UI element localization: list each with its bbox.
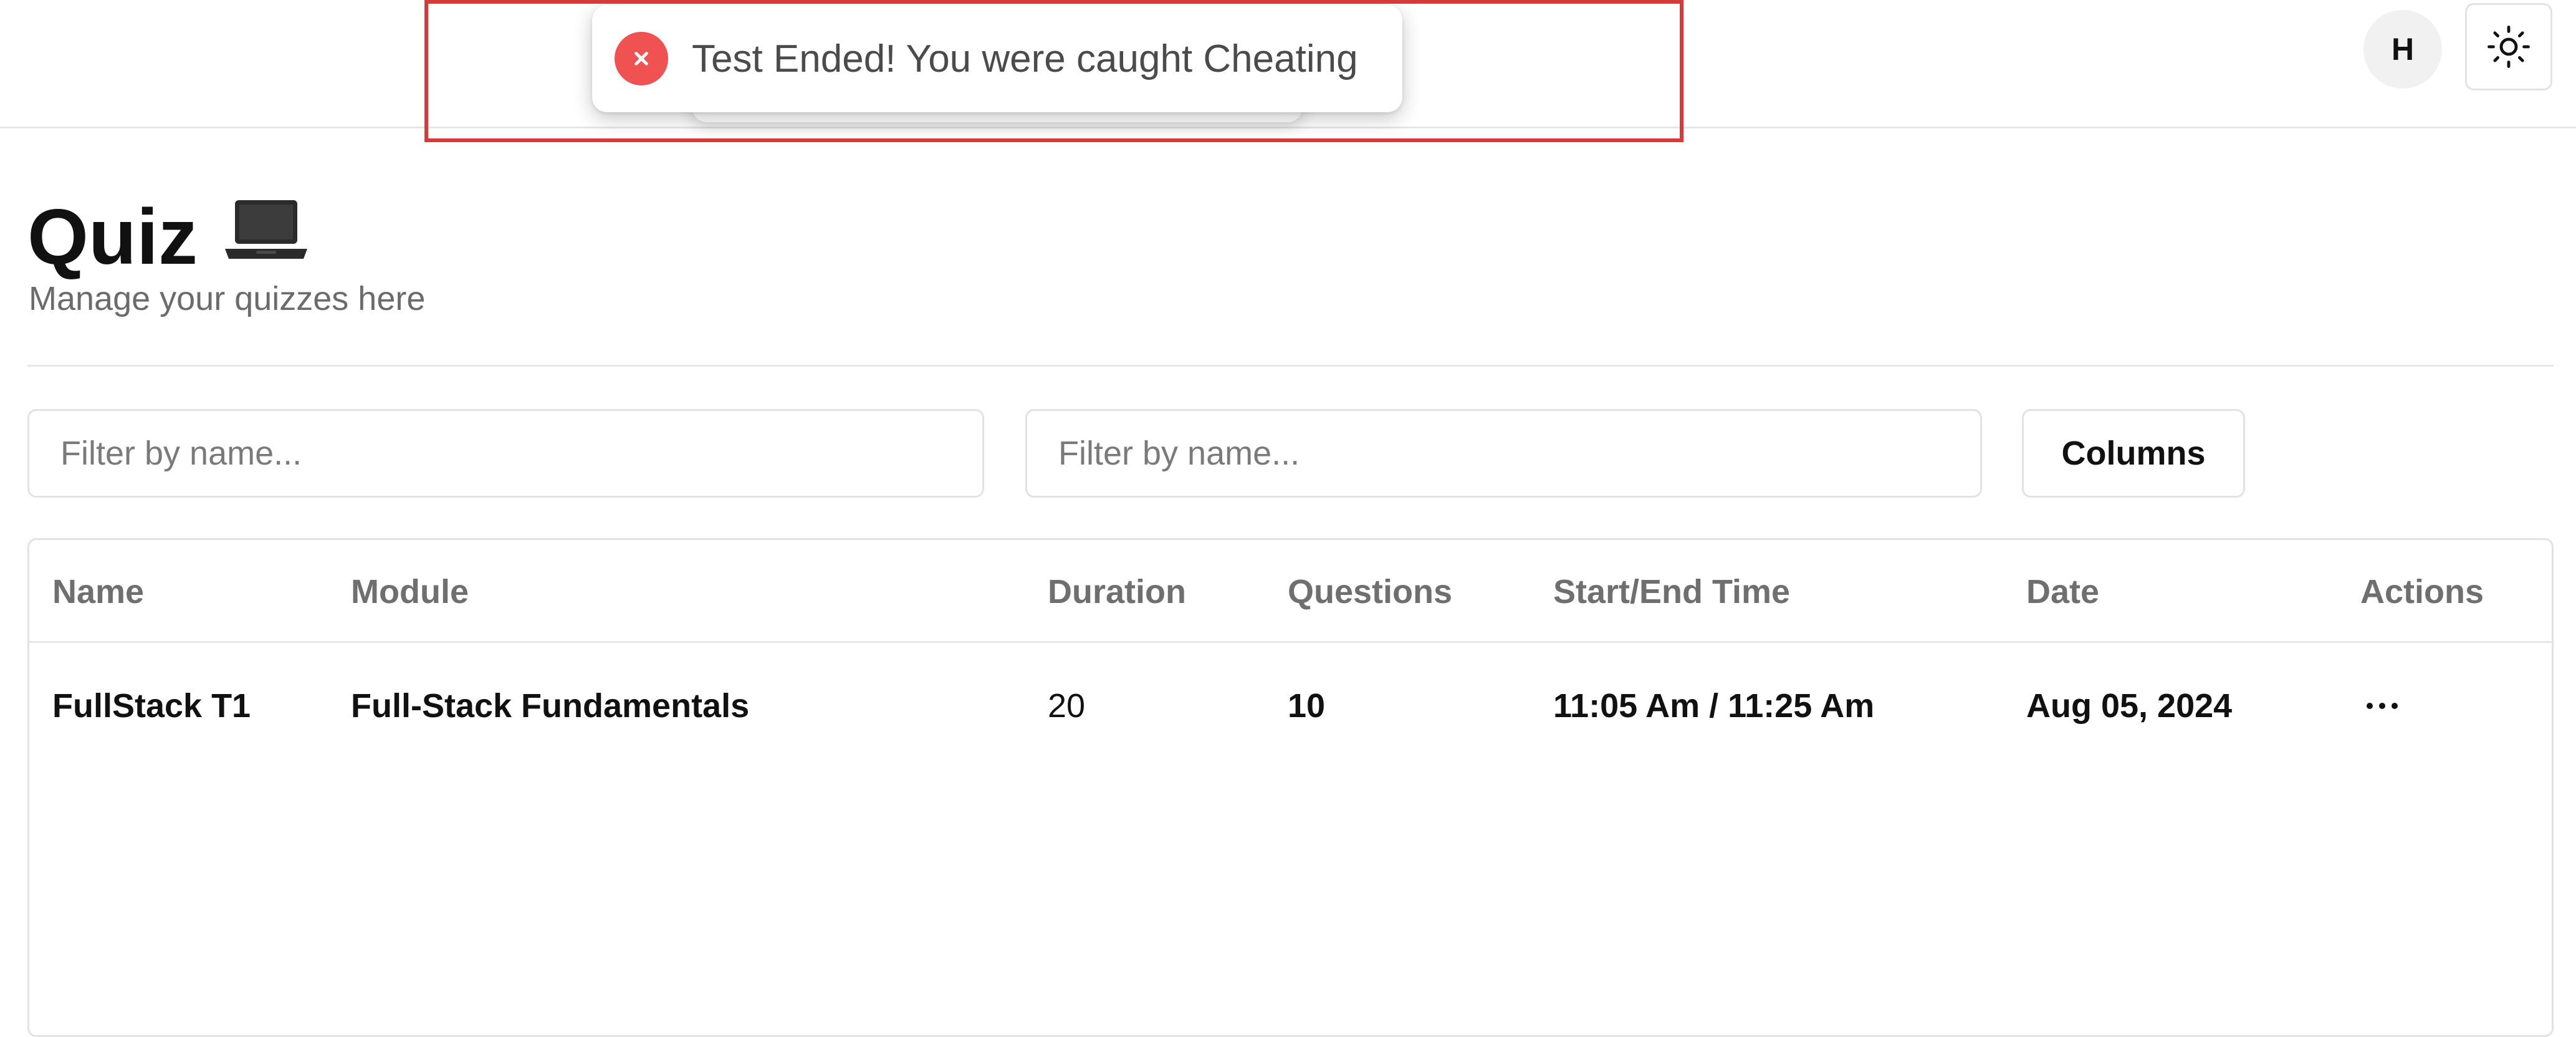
cell-module: Full-Stack Fundamentals [351, 687, 750, 725]
columns-button[interactable]: Columns [2022, 409, 2245, 498]
table-row[interactable]: FullStack T1 Full-Stack Fundamentals 20 … [29, 645, 2552, 767]
header-name[interactable]: Name [52, 540, 144, 643]
header-questions[interactable]: Questions [1288, 540, 1452, 643]
header-module[interactable]: Module [351, 540, 469, 643]
header-divider [27, 365, 2554, 367]
name-filter-input[interactable] [27, 409, 984, 498]
row-actions-button[interactable] [2354, 683, 2410, 728]
quiz-table: Name Module Duration Questions Start/End… [27, 538, 2554, 1037]
header-duration[interactable]: Duration [1048, 540, 1186, 643]
page-title: Quiz [27, 187, 310, 287]
header-start-end-time[interactable]: Start/End Time [1553, 540, 1790, 643]
more-horizontal-icon [2367, 703, 2398, 709]
error-x-icon [615, 32, 668, 85]
avatar-initial: H [2391, 32, 2415, 67]
page-subtitle: Manage your quizzes here [29, 280, 426, 317]
cell-name: FullStack T1 [52, 687, 251, 725]
sun-icon [2487, 26, 2530, 68]
table-header-row: Name Module Duration Questions Start/End… [29, 540, 2552, 643]
toast-message: Test Ended! You were caught Cheating [692, 37, 1358, 80]
module-filter-input[interactable] [1025, 409, 1982, 498]
theme-toggle-button[interactable] [2465, 3, 2552, 90]
page-title-text: Quiz [27, 193, 198, 281]
header-date[interactable]: Date [2026, 540, 2099, 643]
laptop-icon [223, 196, 310, 277]
cell-start-end-time: 11:05 Am / 11:25 Am [1553, 687, 1875, 725]
user-avatar[interactable]: H [2363, 10, 2442, 89]
header-actions: Actions [2360, 572, 2484, 610]
cell-questions: 10 [1288, 687, 1326, 725]
cell-date: Aug 05, 2024 [2026, 687, 2233, 725]
cell-duration: 20 [1048, 687, 1086, 725]
error-toast[interactable]: Test Ended! You were caught Cheating [592, 5, 1402, 112]
